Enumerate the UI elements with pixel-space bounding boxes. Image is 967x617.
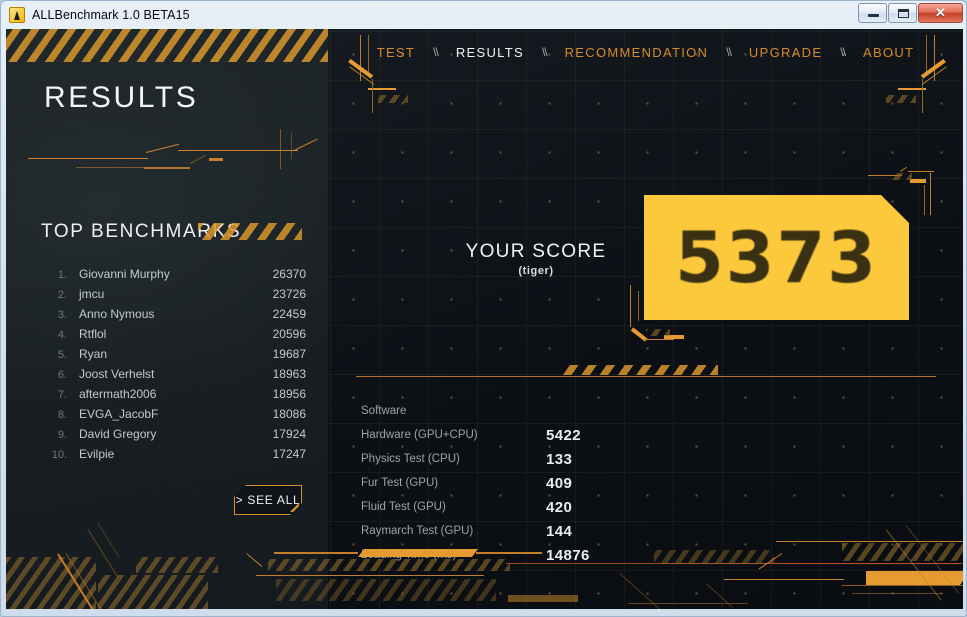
benchmark-name: Anno Nymous	[79, 307, 273, 321]
nav-bracket-right	[898, 35, 960, 120]
benchmark-name: David Gregory	[79, 427, 273, 441]
benchmark-score: 26370	[273, 267, 306, 281]
score-label: YOUR SCORE	[436, 241, 636, 263]
benchmark-name: aftermath2006	[79, 387, 273, 401]
result-row: Software	[361, 399, 641, 423]
title-bar: ALLBenchmark 1.0 BETA15 ✕	[1, 1, 966, 29]
score-value: 5373	[675, 217, 878, 299]
hazard-stripe-section	[198, 223, 302, 240]
result-value: 14876	[546, 547, 590, 564]
score-bracket-topright	[868, 171, 938, 233]
nav-separator: \\	[433, 45, 438, 59]
benchmark-name: Giovanni Murphy	[79, 267, 273, 281]
benchmark-name: Joost Verhelst	[79, 367, 273, 381]
benchmark-score: 23726	[273, 287, 306, 301]
window-controls: ✕	[858, 3, 963, 23]
nav-separator: \\	[726, 45, 731, 59]
benchmark-rank: 9.	[41, 429, 67, 441]
benchmark-score: 18086	[273, 407, 306, 421]
benchmark-rank: 3.	[41, 309, 67, 321]
benchmark-row[interactable]: 2. jmcu23726	[41, 287, 306, 307]
benchmark-rank: 7.	[41, 389, 67, 401]
benchmark-score: 18956	[273, 387, 306, 401]
result-row: Physics Test (CPU)133	[361, 447, 641, 471]
close-button[interactable]: ✕	[918, 3, 963, 23]
page-title: RESULTS	[44, 81, 198, 115]
score-bracket-bottomleft	[618, 285, 694, 347]
benchmark-score: 17247	[273, 447, 306, 461]
result-label: Raymarch Test (GPU)	[361, 525, 546, 537]
result-row: Raymarch Test (GPU)144	[361, 519, 641, 543]
result-label: Physics Test (CPU)	[361, 453, 546, 465]
application-window: ALLBenchmark 1.0 BETA15 ✕ RESULTS	[0, 0, 967, 617]
window-title: ALLBenchmark 1.0 BETA15	[32, 8, 190, 22]
nav-item-upgrade[interactable]: UPGRADE	[747, 45, 824, 60]
benchmark-score: 19687	[273, 347, 306, 361]
benchmark-rank: 5.	[41, 349, 67, 361]
benchmark-row[interactable]: 4. Rtflol20596	[41, 327, 306, 347]
benchmark-row[interactable]: 3. Anno Nymous22459	[41, 307, 306, 327]
result-value: 133	[546, 451, 572, 468]
result-value: 409	[546, 475, 572, 492]
nav-separator: \\	[542, 45, 547, 59]
app-canvas: RESULTS TOP BENCHMARKS 1.Giovanni Murphy…	[6, 29, 963, 609]
benchmark-rank: 8.	[41, 409, 67, 421]
app-icon	[9, 7, 25, 23]
benchmark-score: 20596	[273, 327, 306, 341]
result-row: Hardware (GPU+CPU)5422	[361, 423, 641, 447]
benchmark-row[interactable]: 5. Ryan19687	[41, 347, 306, 367]
result-label: Hardware (GPU+CPU)	[361, 429, 546, 441]
benchmark-name: Evilpie	[79, 447, 273, 461]
benchmark-rank: 10.	[41, 449, 67, 461]
benchmark-name: Ryan	[79, 347, 273, 361]
benchmark-score: 18963	[273, 367, 306, 381]
benchmark-name: EVGA_JacobF	[79, 407, 273, 421]
benchmark-row[interactable]: 7. aftermath200618956	[41, 387, 306, 407]
benchmark-row[interactable]: 9. David Gregory17924	[41, 427, 306, 447]
benchmark-row[interactable]: 10. Evilpie17247	[41, 447, 306, 467]
result-label: Fur Test (GPU)	[361, 477, 546, 489]
benchmark-rank: 1.	[41, 269, 67, 281]
hazard-stripe-divider	[560, 365, 718, 375]
result-value: 144	[546, 523, 572, 540]
hazard-stripe-top	[6, 29, 328, 62]
close-icon: ✕	[919, 4, 962, 22]
result-row: Fur Test (GPU)409	[361, 471, 641, 495]
maximize-icon	[898, 9, 909, 18]
minimize-button[interactable]	[858, 3, 887, 23]
nav-separator: \\	[840, 45, 845, 59]
section-divider	[356, 376, 936, 377]
score-preset: (tiger)	[436, 265, 636, 277]
maximize-button[interactable]	[888, 3, 917, 23]
main-navigation[interactable]: TEST\\RESULTS\\RECOMMENDATION\\UPGRADE\\…	[328, 29, 963, 75]
left-panel: RESULTS TOP BENCHMARKS 1.Giovanni Murphy…	[6, 29, 328, 609]
minimize-icon	[868, 14, 879, 17]
benchmark-name: jmcu	[79, 287, 273, 301]
header-decoration	[6, 129, 328, 179]
result-row: Loading Time (ms)14876	[361, 543, 641, 567]
result-label: Software	[361, 405, 546, 417]
results-table: SoftwareHardware (GPU+CPU)5422Physics Te…	[361, 399, 641, 567]
benchmark-row[interactable]: 1. Giovanni Murphy26370	[41, 267, 306, 287]
benchmark-rank: 2.	[41, 289, 67, 301]
result-value: 5422	[546, 427, 581, 444]
nav-item-recommendation[interactable]: RECOMMENDATION	[563, 45, 711, 60]
benchmark-rank: 4.	[41, 329, 67, 341]
nav-bracket-left	[332, 35, 392, 120]
nav-item-results[interactable]: RESULTS	[454, 45, 526, 60]
benchmark-row[interactable]: 8. EVGA_JacobF18086	[41, 407, 306, 427]
benchmark-score: 17924	[273, 427, 306, 441]
benchmark-rank: 6.	[41, 369, 67, 381]
top-benchmarks-list[interactable]: 1. Giovanni Murphy26370 2. jmcu23726 3. Anno …	[41, 267, 306, 467]
see-all-button[interactable]: > SEE ALL	[234, 485, 302, 515]
right-panel: TEST\\RESULTS\\RECOMMENDATION\\UPGRADE\\…	[328, 29, 963, 609]
result-value: 420	[546, 499, 572, 516]
benchmark-score: 22459	[273, 307, 306, 321]
result-label: Loading Time (ms)	[361, 549, 546, 561]
result-row: Fluid Test (GPU)420	[361, 495, 641, 519]
benchmark-row[interactable]: 6. Joost Verhelst18963	[41, 367, 306, 387]
result-label: Fluid Test (GPU)	[361, 501, 546, 513]
benchmark-name: Rtflol	[79, 327, 273, 341]
